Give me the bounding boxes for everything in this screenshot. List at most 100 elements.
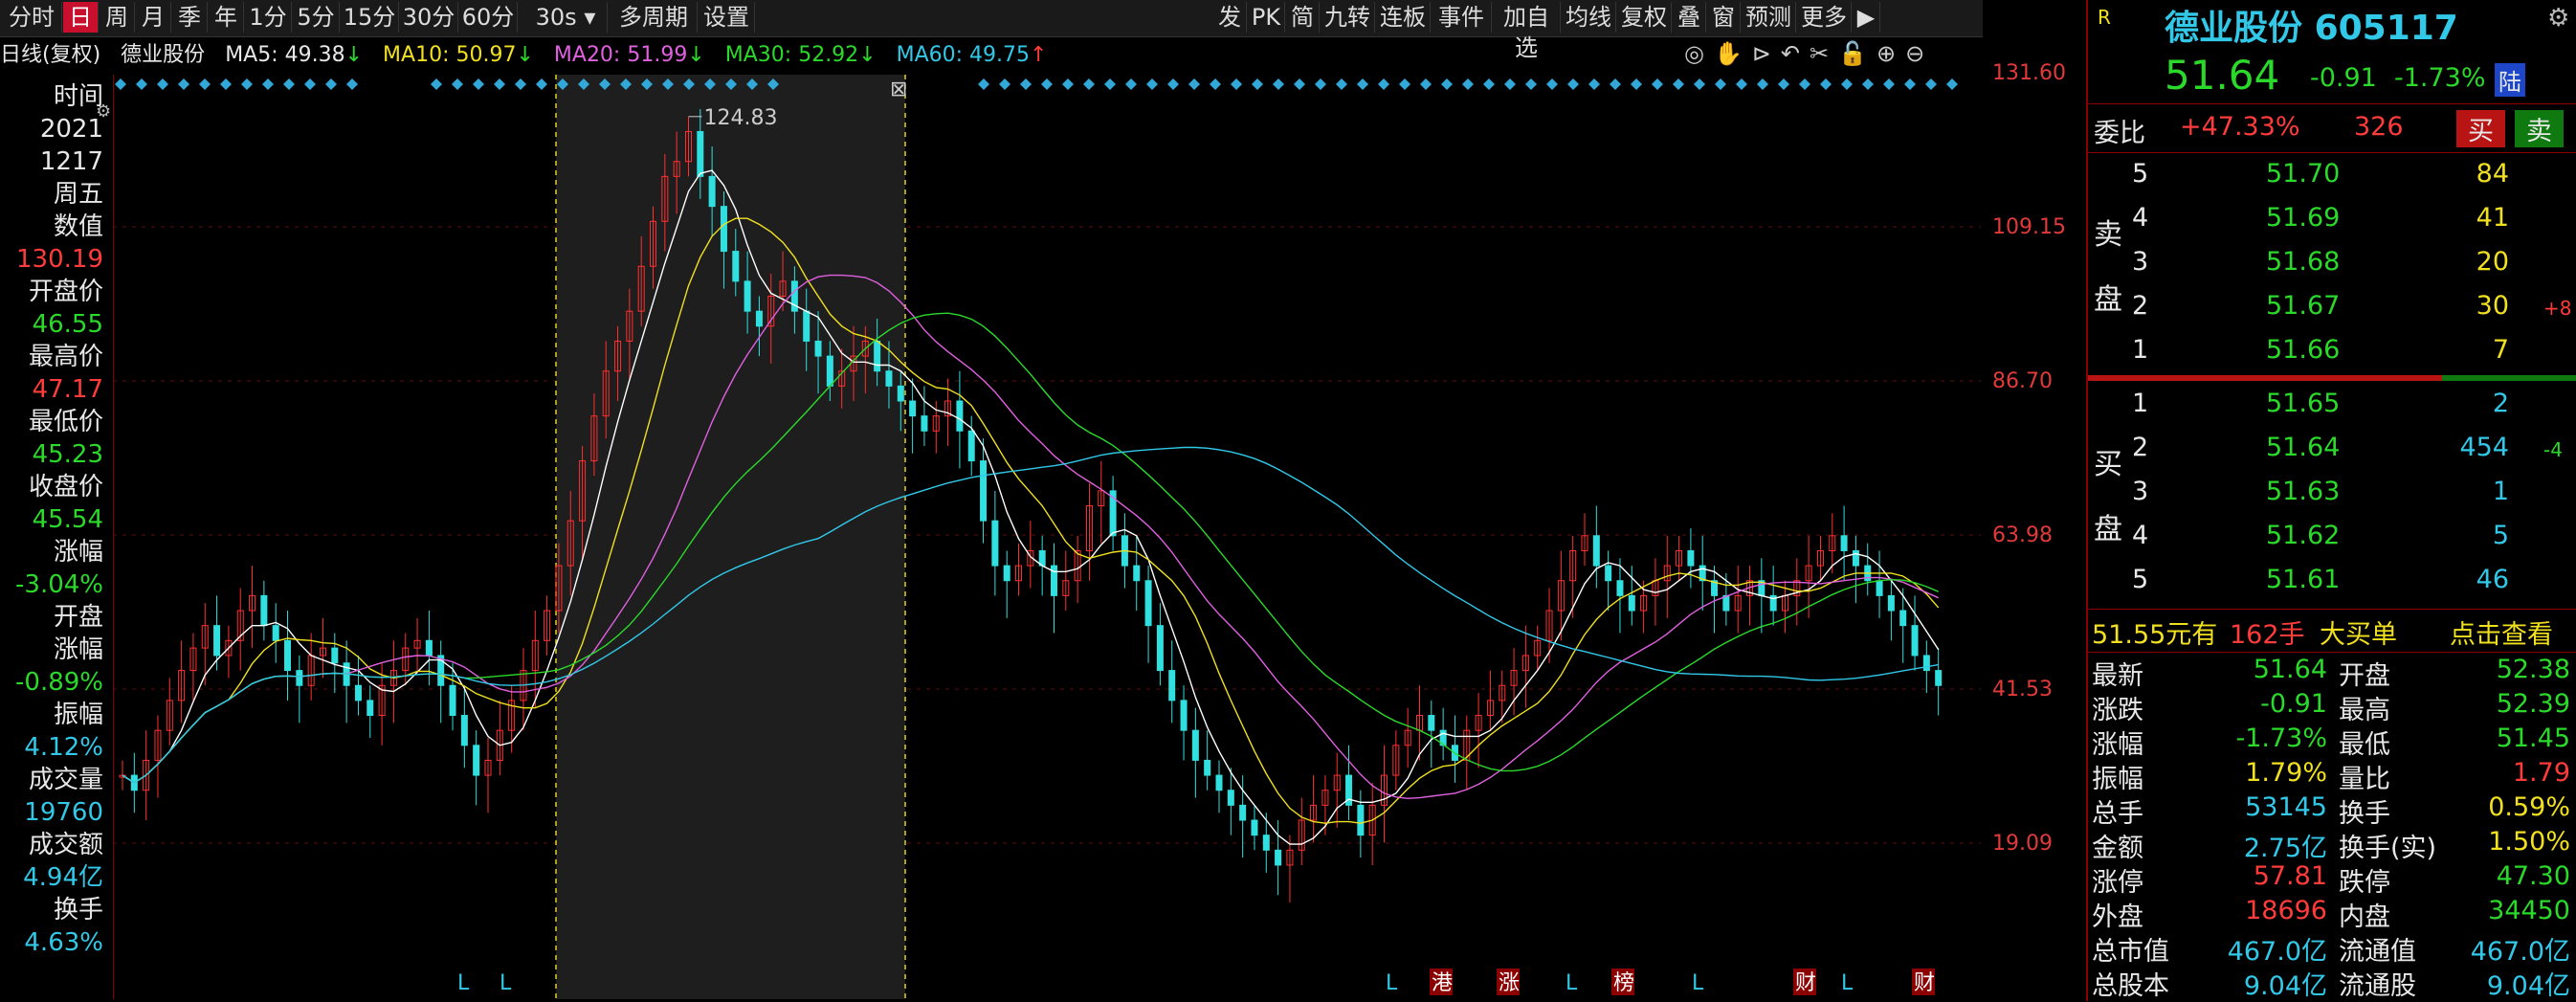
toolbar-button[interactable]: 复权 bbox=[1617, 2, 1672, 33]
event-marker[interactable] bbox=[1799, 78, 1810, 90]
event-marker[interactable] bbox=[220, 78, 232, 90]
event-marker[interactable] bbox=[1357, 78, 1368, 90]
event-marker[interactable] bbox=[1778, 78, 1789, 90]
candle-body[interactable] bbox=[1616, 580, 1624, 596]
period-tab[interactable]: 分时 bbox=[2, 2, 62, 33]
bottom-marker[interactable]: L bbox=[500, 971, 512, 995]
big-order-row[interactable]: 51.55元有 162手 大买单 点击查看 bbox=[2088, 609, 2576, 653]
candle-body[interactable] bbox=[814, 340, 822, 357]
candle-body[interactable] bbox=[260, 594, 268, 627]
event-marker[interactable] bbox=[1273, 78, 1284, 90]
bottom-marker[interactable]: 榜 bbox=[1613, 971, 1634, 995]
candle-body[interactable] bbox=[1133, 565, 1141, 582]
candle-body[interactable] bbox=[1357, 804, 1365, 836]
candle-body[interactable] bbox=[296, 670, 303, 686]
event-marker[interactable] bbox=[1694, 78, 1705, 90]
event-marker[interactable] bbox=[1904, 78, 1916, 90]
candle-body[interactable] bbox=[1262, 835, 1270, 851]
event-marker[interactable] bbox=[999, 78, 1010, 90]
candle-body[interactable] bbox=[425, 639, 433, 657]
book-row[interactable]: 2 51.67 30 +8 bbox=[2088, 285, 2576, 329]
candle-body[interactable] bbox=[897, 385, 904, 402]
candle-body[interactable] bbox=[1239, 804, 1247, 821]
event-marker[interactable] bbox=[1210, 78, 1221, 90]
event-marker[interactable] bbox=[1378, 78, 1389, 90]
event-marker[interactable] bbox=[325, 78, 337, 90]
event-marker[interactable] bbox=[304, 78, 316, 90]
toolbar-button[interactable]: 简 bbox=[1286, 2, 1320, 33]
period-tab[interactable]: 30分 bbox=[400, 2, 458, 33]
event-marker[interactable] bbox=[1020, 78, 1032, 90]
candle-body[interactable] bbox=[1592, 535, 1600, 567]
candle-body[interactable] bbox=[1687, 549, 1695, 567]
period-tab[interactable]: 15分 bbox=[341, 2, 399, 33]
event-marker[interactable] bbox=[1504, 78, 1516, 90]
candle-body[interactable] bbox=[213, 625, 221, 657]
event-marker[interactable] bbox=[978, 78, 989, 90]
candle-body[interactable] bbox=[874, 340, 881, 372]
candle-body[interactable] bbox=[272, 625, 279, 641]
bottom-marker[interactable]: 港 bbox=[1432, 971, 1453, 995]
event-marker[interactable] bbox=[515, 78, 526, 90]
toolbar-button[interactable]: 更多 bbox=[1797, 2, 1852, 33]
multi-period-button[interactable]: 多周期 bbox=[611, 2, 698, 33]
event-marker[interactable] bbox=[1252, 78, 1263, 90]
candle-body[interactable] bbox=[449, 684, 456, 717]
event-marker[interactable] bbox=[1441, 78, 1453, 90]
settings-button[interactable]: 设置 bbox=[699, 2, 755, 33]
period-tab[interactable]: 1分 bbox=[245, 2, 292, 33]
gear-icon[interactable]: ⚙ bbox=[2547, 4, 2569, 33]
book-row[interactable]: 3 51.68 20 bbox=[2088, 241, 2576, 285]
bottom-marker[interactable]: L bbox=[1841, 971, 1854, 995]
event-marker[interactable] bbox=[262, 78, 274, 90]
menu-arrow-icon[interactable]: ▶ bbox=[1853, 2, 1880, 33]
event-marker[interactable] bbox=[1336, 78, 1347, 90]
book-row[interactable]: 5 51.70 84 bbox=[2088, 153, 2576, 197]
candle-body[interactable] bbox=[1935, 670, 1943, 686]
event-marker[interactable] bbox=[1610, 78, 1621, 90]
event-marker[interactable] bbox=[536, 78, 547, 90]
candle-body[interactable] bbox=[473, 745, 480, 776]
candle-body[interactable] bbox=[331, 647, 339, 664]
bottom-marker[interactable]: L bbox=[1386, 971, 1398, 995]
toolbar-button[interactable]: 窗 bbox=[1707, 2, 1741, 33]
bottom-marker[interactable]: 财 bbox=[1914, 971, 1935, 995]
event-marker[interactable] bbox=[199, 78, 211, 90]
period-tab[interactable]: 年 bbox=[209, 2, 244, 33]
candle-body[interactable] bbox=[1168, 670, 1176, 701]
toolbar-button[interactable]: 事件 bbox=[1432, 2, 1492, 33]
book-row[interactable]: 1 51.66 7 bbox=[2088, 329, 2576, 373]
event-marker[interactable] bbox=[1104, 78, 1116, 90]
toolbar-button[interactable]: 预测 bbox=[1742, 2, 1796, 33]
event-marker[interactable] bbox=[1294, 78, 1305, 90]
candle-body[interactable] bbox=[1852, 549, 1859, 567]
event-marker[interactable] bbox=[115, 78, 126, 90]
bottom-marker[interactable]: L bbox=[1692, 971, 1704, 995]
candle-body[interactable] bbox=[1887, 594, 1895, 612]
book-row[interactable]: 5 51.61 46 bbox=[2088, 559, 2576, 603]
event-marker[interactable] bbox=[1083, 78, 1095, 90]
candle-body[interactable] bbox=[354, 684, 362, 701]
period-tab[interactable]: 日 bbox=[63, 2, 99, 33]
period-tab[interactable]: 季 bbox=[172, 2, 208, 33]
event-marker[interactable] bbox=[1567, 78, 1579, 90]
event-marker[interactable] bbox=[1736, 78, 1747, 90]
book-row[interactable]: 1 51.65 2 bbox=[2088, 383, 2576, 427]
candle-body[interactable] bbox=[1911, 625, 1919, 657]
period-tab[interactable]: 60分 bbox=[459, 2, 518, 33]
event-marker[interactable] bbox=[346, 78, 358, 90]
event-marker[interactable] bbox=[1631, 78, 1642, 90]
event-marker[interactable] bbox=[178, 78, 189, 90]
candle-body[interactable] bbox=[956, 400, 964, 432]
candle-body[interactable] bbox=[1204, 759, 1211, 776]
event-marker[interactable] bbox=[1820, 78, 1832, 90]
candle-body[interactable] bbox=[1156, 625, 1164, 672]
candle-body[interactable] bbox=[921, 415, 928, 432]
candle-body[interactable] bbox=[284, 639, 292, 672]
event-marker[interactable] bbox=[1167, 78, 1179, 90]
candle-body[interactable] bbox=[744, 280, 751, 312]
interval-select[interactable]: 30s ▾ bbox=[524, 2, 608, 33]
candle-body[interactable] bbox=[909, 400, 917, 417]
candle-body[interactable] bbox=[1876, 580, 1883, 596]
chart-mode[interactable]: 日线(复权) bbox=[0, 43, 100, 67]
